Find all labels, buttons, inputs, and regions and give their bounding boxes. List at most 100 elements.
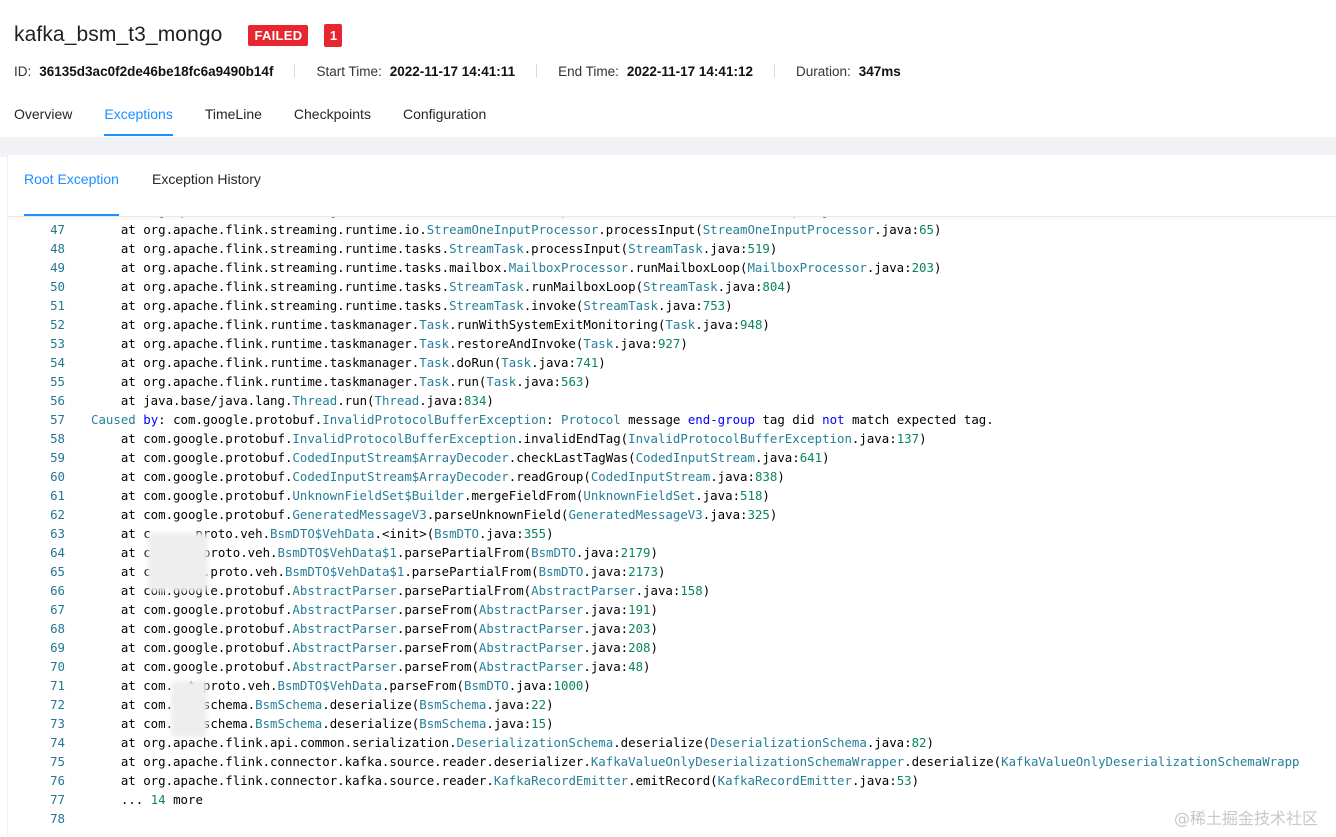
line-text: at com.google.protobuf.GeneratedMessageV…: [91, 507, 778, 522]
exception-subtabs: Root Exception Exception History: [8, 155, 1336, 217]
code-line: 48 at org.apache.flink.streaming.runtime…: [8, 239, 1300, 258]
code-line: 77 ... 14 more: [8, 790, 1300, 809]
line-number: 57: [50, 412, 65, 427]
exceptions-card: 46 at org.apache.flink.streaming.runtime…: [7, 155, 1336, 837]
code-line: 57 Caused by: com.google.protobuf.Invalid…: [8, 410, 1300, 429]
code-line: 60 at com.google.protobuf.CodedInputStre…: [8, 467, 1300, 486]
start-time-label: Start Time:: [316, 63, 382, 79]
line-number: 64: [50, 545, 65, 560]
line-number: 53: [50, 336, 65, 351]
end-time-value: 2022-11-17 14:41:12: [626, 63, 753, 79]
line-text: at com.google.protobuf.InvalidProtocolBu…: [91, 431, 927, 446]
line-text: at org.apache.flink.streaming.runtime.ta…: [91, 279, 793, 294]
code-line: 47 at org.apache.flink.streaming.runtime…: [8, 220, 1300, 239]
line-number: 49: [50, 260, 65, 275]
line-text: at org.apache.flink.streaming.runtime.io…: [91, 222, 942, 237]
job-header: kafka_bsm_t3_mongo FAILED 1 ID: 36135d3a…: [0, 0, 1336, 137]
line-number: 52: [50, 317, 65, 332]
line-text: at org.apache.flink.streaming.runtime.ta…: [91, 241, 778, 256]
line-number: 58: [50, 431, 65, 446]
code-line: 53 at org.apache.flink.runtime.taskmanag…: [8, 334, 1300, 353]
code-line: 59 at com.google.protobuf.CodedInputStre…: [8, 448, 1300, 467]
line-text: at com. t.proto.veh.BsmDTO$VehData.parse…: [120, 678, 591, 693]
line-number: 60: [50, 469, 65, 484]
failure-count-badge: 1: [324, 23, 343, 47]
line-number: 67: [50, 602, 65, 617]
meta-divider: [536, 64, 538, 78]
start-time: Start Time: 2022-11-17 14:41:11: [316, 64, 515, 79]
tab-checkpoints[interactable]: Checkpoints: [294, 106, 371, 136]
line-text: at com.google.protobuf.CodedInputStream$…: [91, 450, 830, 465]
code-line: 51 at org.apache.flink.streaming.runtime…: [8, 296, 1300, 315]
line-number: 70: [50, 659, 65, 674]
line-number: 55: [50, 374, 65, 389]
line-number: 59: [50, 450, 65, 465]
status-badge: FAILED: [248, 24, 309, 46]
code-line: 76 at org.apache.flink.connector.kafka.s…: [8, 771, 1300, 790]
subtab-exception-history[interactable]: Exception History: [152, 171, 261, 207]
job-meta: ID: 36135d3ac0f2de46be18fc6a9490b14f Sta…: [14, 62, 901, 80]
duration-value: 347ms: [858, 63, 901, 79]
line-text: at org.apache.flink.runtime.taskmanager.…: [91, 336, 688, 351]
code-line: 61 at com.google.protobuf.UnknownFieldSe…: [8, 486, 1300, 505]
tab-timeline[interactable]: TimeLine: [205, 106, 262, 136]
line-number: 65: [50, 564, 65, 579]
code-line: 67 at com.google.protobuf.AbstractParser…: [8, 600, 1300, 619]
subtab-root-exception[interactable]: Root Exception: [24, 171, 119, 216]
code-line: 55 at org.apache.flink.runtime.taskmanag…: [8, 372, 1300, 391]
line-number: 69: [50, 640, 65, 655]
line-text: at org.apache.flink.streaming.runtime.ta…: [91, 298, 733, 313]
line-text: at com.google.protobuf.UnknownFieldSet$B…: [91, 488, 770, 503]
title-row: kafka_bsm_t3_mongo FAILED 1: [14, 20, 343, 50]
line-text: at com.google.protobuf.AbstractParser.pa…: [91, 621, 658, 636]
code-line: 54 at org.apache.flink.runtime.taskmanag…: [8, 353, 1300, 372]
line-number: 77: [50, 792, 65, 807]
tab-exceptions[interactable]: Exceptions: [104, 106, 174, 136]
job-tabs: Overview Exceptions TimeLine Checkpoints…: [14, 106, 518, 136]
line-number: 50: [50, 279, 65, 294]
code-line: 78: [8, 809, 1300, 828]
line-number: 78: [50, 811, 65, 826]
line-number: 72: [50, 697, 65, 712]
redaction-blur: [148, 533, 208, 591]
duration: Duration: 347ms: [796, 64, 901, 79]
code-line: 69 at com.google.protobuf.AbstractParser…: [8, 638, 1300, 657]
line-text: at java.base/java.lang.Thread.run(Thread…: [91, 393, 494, 408]
tab-overview[interactable]: Overview: [14, 106, 72, 136]
redaction-blur: [171, 681, 207, 737]
code-line: 75 at org.apache.flink.connector.kafka.s…: [8, 752, 1300, 771]
tab-configuration[interactable]: Configuration: [403, 106, 486, 136]
meta-divider: [294, 64, 296, 78]
line-number: 62: [50, 507, 65, 522]
stack-trace-viewer[interactable]: 46 at org.apache.flink.streaming.runtime…: [8, 209, 1336, 837]
line-number: 47: [50, 222, 65, 237]
meta-divider: [773, 64, 775, 78]
end-time: End Time: 2022-11-17 14:41:12: [558, 64, 753, 79]
line-text: at org.apache.flink.runtime.taskmanager.…: [91, 317, 770, 332]
job-name: kafka_bsm_t3_mongo: [14, 23, 223, 46]
line-text: at org.apache.flink.runtime.taskmanager.…: [91, 355, 606, 370]
start-time-value: 2022-11-17 14:41:11: [389, 63, 516, 79]
line-number: 54: [50, 355, 65, 370]
line-text: at org.apache.flink.runtime.taskmanager.…: [91, 374, 591, 389]
line-text: at com.google.protobuf.CodedInputStream$…: [91, 469, 785, 484]
line-text: Caused by: com.google.protobuf.InvalidPr…: [91, 412, 994, 427]
line-text: at com.google.protobuf.AbstractParser.pa…: [91, 640, 658, 655]
line-text: at com.google.protobuf.AbstractParser.pa…: [91, 659, 651, 674]
content-background: [0, 137, 1336, 157]
end-time-label: End Time:: [558, 63, 619, 79]
line-text: at com.google.protobuf.AbstractParser.pa…: [91, 602, 658, 617]
line-number: 61: [50, 488, 65, 503]
code-line: 70 at com.google.protobuf.AbstractParser…: [8, 657, 1300, 676]
line-text: at org.apache.flink.connector.kafka.sour…: [91, 754, 1300, 769]
line-number: 73: [50, 716, 65, 731]
code-line: 50 at org.apache.flink.streaming.runtime…: [8, 277, 1300, 296]
line-number: 66: [50, 583, 65, 598]
line-text: at org.apache.flink.api.common.serializa…: [91, 735, 934, 750]
line-number: 74: [50, 735, 65, 750]
line-text: at com.t .schema.BsmSchema.deserialize(B…: [120, 697, 554, 712]
line-text: ... 14 more: [91, 792, 203, 807]
code-line: 56 at java.base/java.lang.Thread.run(Thr…: [8, 391, 1300, 410]
line-number: 51: [50, 298, 65, 313]
code-line: 49 at org.apache.flink.streaming.runtime…: [8, 258, 1300, 277]
